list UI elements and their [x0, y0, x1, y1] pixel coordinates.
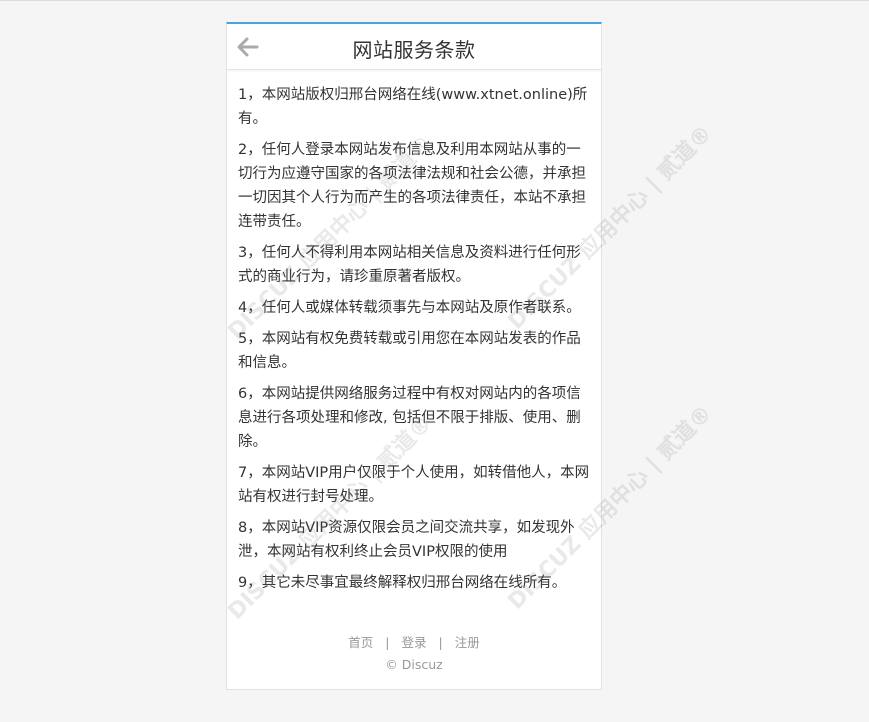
terms-card: 网站服务条款 1，本网站版权归邢台网络在线(www.xtnet.online)所… — [226, 22, 602, 690]
terms-content: 1，本网站版权归邢台网络在线(www.xtnet.online)所有。 2，任何… — [227, 70, 601, 595]
term-item: 9，其它未尽事宜最终解释权归邢台网络在线所有。 — [238, 575, 567, 591]
term-item: 2，任何人登录本网站发布信息及利用本网站从事的一切行为应遵守国家的各项法律法规和… — [238, 142, 586, 230]
term-item: 7，本网站VIP用户仅限于个人使用，如转借他人，本网站有权进行封号处理。 — [238, 465, 590, 505]
term-item: 5，本网站有权免费转载或引用您在本网站发表的作品和信息。 — [238, 331, 581, 371]
copyright-text: © Discuz — [385, 657, 443, 672]
header-bar: 网站服务条款 — [227, 24, 601, 70]
footer-link-home[interactable]: 首页 — [348, 635, 373, 650]
footer: 首页 | 登录 | 注册 © Discuz — [227, 632, 601, 672]
term-item: 1，本网站版权归邢台网络在线(www.xtnet.online)所有。 — [238, 87, 588, 127]
page-title: 网站服务条款 — [352, 38, 476, 62]
term-item: 3，任何人不得利用本网站相关信息及资料进行任何形式的商业行为，请珍重原著者版权。 — [238, 245, 581, 285]
term-item: 4，任何人或媒体转载须事先与本网站及原作者联系。 — [238, 300, 581, 316]
footer-link-register[interactable]: 注册 — [455, 635, 480, 650]
footer-link-login[interactable]: 登录 — [401, 635, 426, 650]
footer-separator: | — [385, 635, 390, 650]
page-top-border — [0, 0, 869, 1]
footer-links: 首页 | 登录 | 注册 — [227, 632, 601, 651]
footer-separator: | — [438, 635, 443, 650]
term-item: 8，本网站VIP资源仅限会员之间交流共享，如发现外泄，本网站有权利终止会员VIP… — [238, 520, 575, 560]
term-item: 6，本网站提供网络服务过程中有权对网站内的各项信息进行各项处理和修改, 包括但不… — [238, 386, 581, 450]
